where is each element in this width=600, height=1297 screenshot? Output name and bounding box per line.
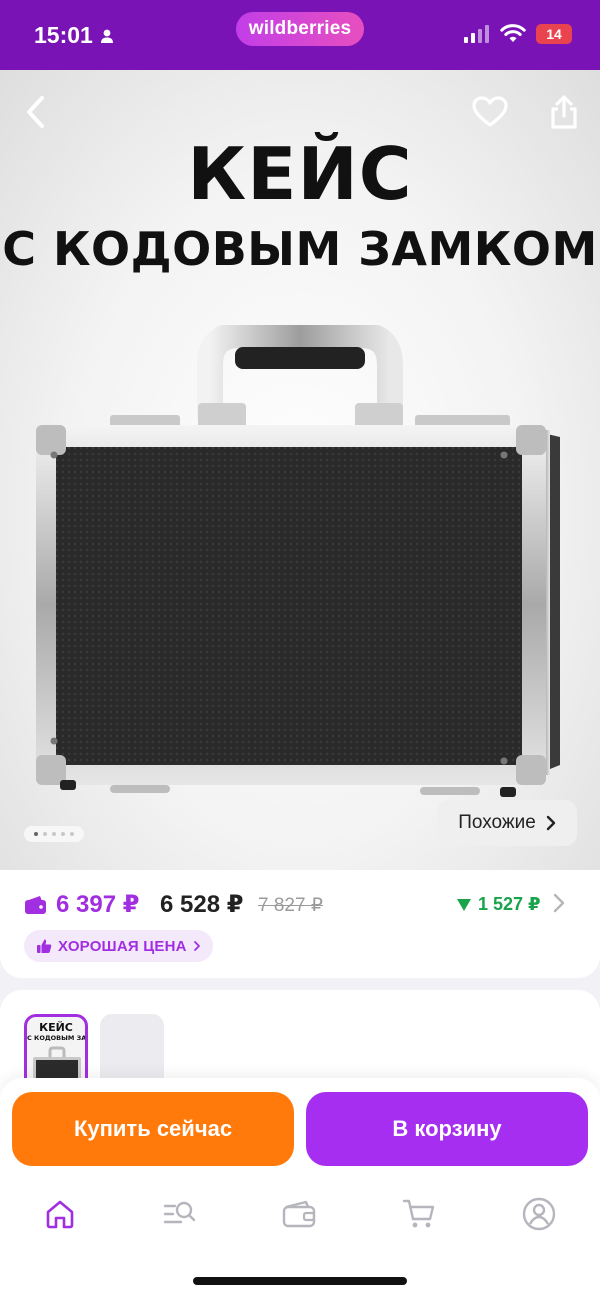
wallet-price[interactable]: 6 397 ₽ [24, 890, 139, 919]
status-bar: 15:01 wildberries 14 [0, 0, 600, 70]
battery-indicator: 14 [536, 24, 572, 44]
carousel-dot [34, 832, 38, 836]
home-indicator [193, 1277, 407, 1285]
share-button[interactable] [542, 90, 586, 134]
carousel-dot [61, 832, 65, 836]
tab-cart[interactable] [389, 1192, 449, 1236]
wallet-icon [282, 1200, 316, 1228]
good-price-badge[interactable]: ХОРОШАЯ ЦЕНА [24, 930, 213, 962]
catalog-search-icon [163, 1201, 196, 1224]
tab-profile[interactable] [509, 1192, 569, 1236]
favorite-button[interactable] [468, 90, 512, 134]
thumbs-up-icon [37, 939, 52, 953]
wallet-price-value: 6 397 ₽ [56, 891, 140, 918]
cart-icon [402, 1199, 435, 1228]
hero-title: КЕЙС [187, 132, 413, 216]
share-icon [551, 95, 577, 129]
carousel-dot [52, 832, 56, 836]
similar-button[interactable]: Похожие [437, 800, 577, 846]
hero-subtitle: С КОДОВЫМ ЗАМКОМ [2, 222, 598, 276]
briefcase-image [36, 325, 560, 797]
chevron-right-icon [546, 815, 555, 831]
tab-catalog-search[interactable] [150, 1192, 210, 1236]
system-icons: 14 [464, 24, 572, 44]
chevron-right-icon [193, 941, 200, 951]
thumbnail-title: КЕЙС [39, 1021, 73, 1034]
old-price: 7 827 ₽ [258, 895, 323, 916]
brand-logo: wildberries [236, 12, 364, 46]
wallet-icon [25, 895, 46, 914]
discount-value: 1 527 ₽ [478, 894, 541, 914]
status-time: 15:01 [34, 22, 115, 49]
discount-amount[interactable]: 1 527 ₽ [456, 894, 541, 915]
thumbnail-subtitle: С КОДОВЫМ ЗАМКОМ [27, 1034, 87, 1042]
similar-label: Похожие [458, 812, 536, 833]
down-triangle-icon [457, 898, 471, 911]
product-image-carousel[interactable]: КЕЙС С КОДОВЫМ ЗАМКОМ Похожие [0, 70, 600, 870]
carousel-dot [70, 832, 74, 836]
back-icon [27, 96, 44, 128]
carousel-indicator [24, 826, 84, 842]
person-icon [100, 29, 113, 43]
signal-icon [464, 25, 489, 43]
price-card: 6 397 ₽ 6 528 ₽ 7 827 ₽ 1 527 ₽ ХОРОШАЯ … [0, 870, 600, 978]
carousel-dot [43, 832, 47, 836]
tab-home[interactable] [30, 1192, 90, 1236]
tab-wallet[interactable] [269, 1192, 329, 1236]
buy-now-button[interactable]: Купить сейчас [12, 1092, 294, 1166]
profile-icon [522, 1197, 556, 1231]
regular-price: 6 528 ₽ [160, 891, 244, 918]
back-button[interactable] [14, 90, 58, 134]
status-time-label: 15:01 [34, 22, 93, 48]
bottom-action-bar: Купить сейчас В корзину [0, 1078, 600, 1297]
home-icon [46, 1200, 74, 1229]
good-price-label: ХОРОШАЯ ЦЕНА [58, 937, 187, 955]
heart-icon [472, 96, 508, 127]
tab-bar [0, 1192, 600, 1242]
chevron-right-icon[interactable] [552, 892, 566, 914]
wifi-icon [500, 24, 526, 42]
add-to-cart-button[interactable]: В корзину [306, 1092, 588, 1166]
